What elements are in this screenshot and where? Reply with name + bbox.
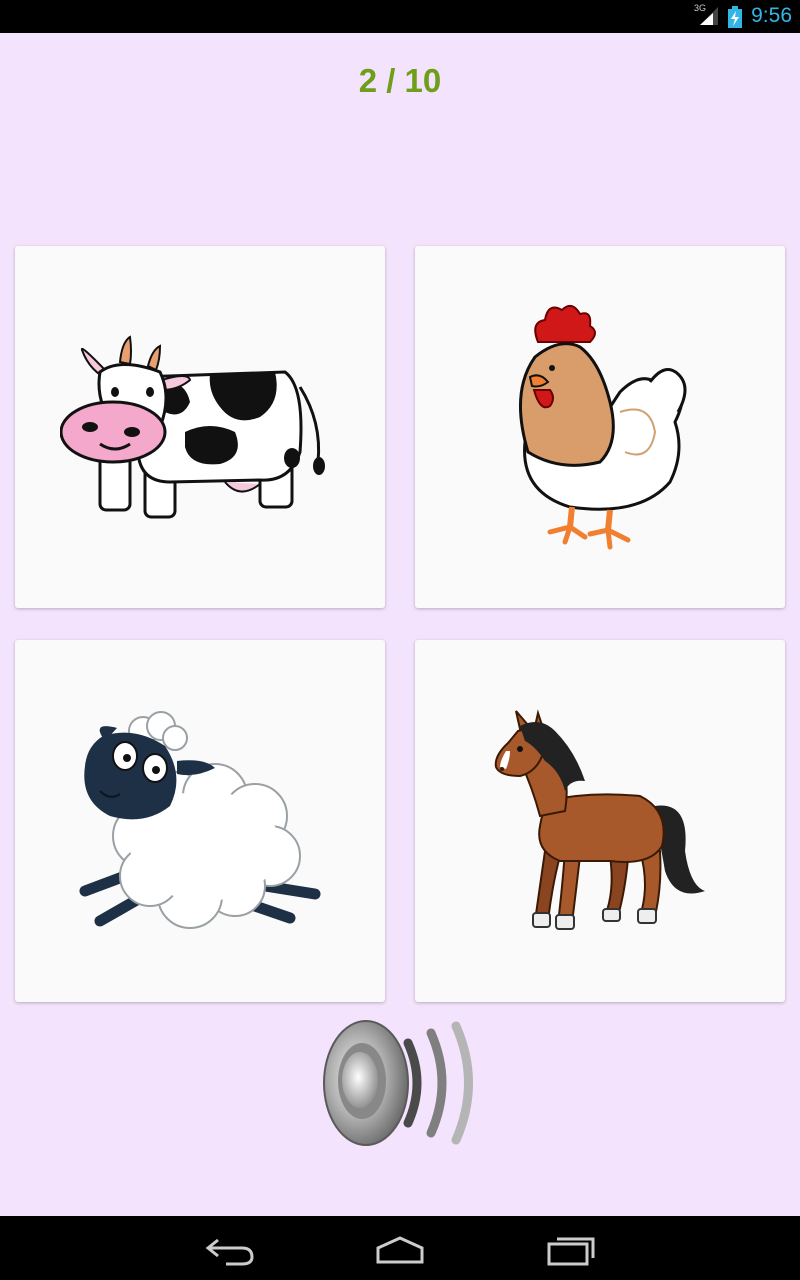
speaker-icon [323,1020,473,1146]
network-type-label: 3G [694,3,707,13]
cow-icon [60,335,325,519]
back-button[interactable] [200,1232,260,1266]
home-button[interactable] [370,1232,430,1266]
status-clock: 9:56 [751,4,792,27]
navigation-bar [0,1216,800,1280]
answer-card-sheep[interactable] [15,640,385,1002]
answer-card-cow[interactable] [15,246,385,608]
answer-card-horse[interactable] [415,640,785,1002]
quiz-progress: 2 / 10 [358,62,442,99]
home-icon [376,1236,424,1264]
battery-icon [728,6,742,32]
back-icon [205,1238,254,1266]
play-sound-button[interactable] [318,1018,484,1148]
horse-icon [494,709,705,930]
status-bar: 3G 9:56 [0,0,800,33]
hen-icon [519,304,687,550]
sheep-icon [79,711,321,929]
answer-card-hen[interactable] [415,246,785,608]
signal-icon: 3G [694,3,720,31]
recent-apps-icon [547,1237,595,1266]
recent-apps-button[interactable] [541,1232,601,1266]
